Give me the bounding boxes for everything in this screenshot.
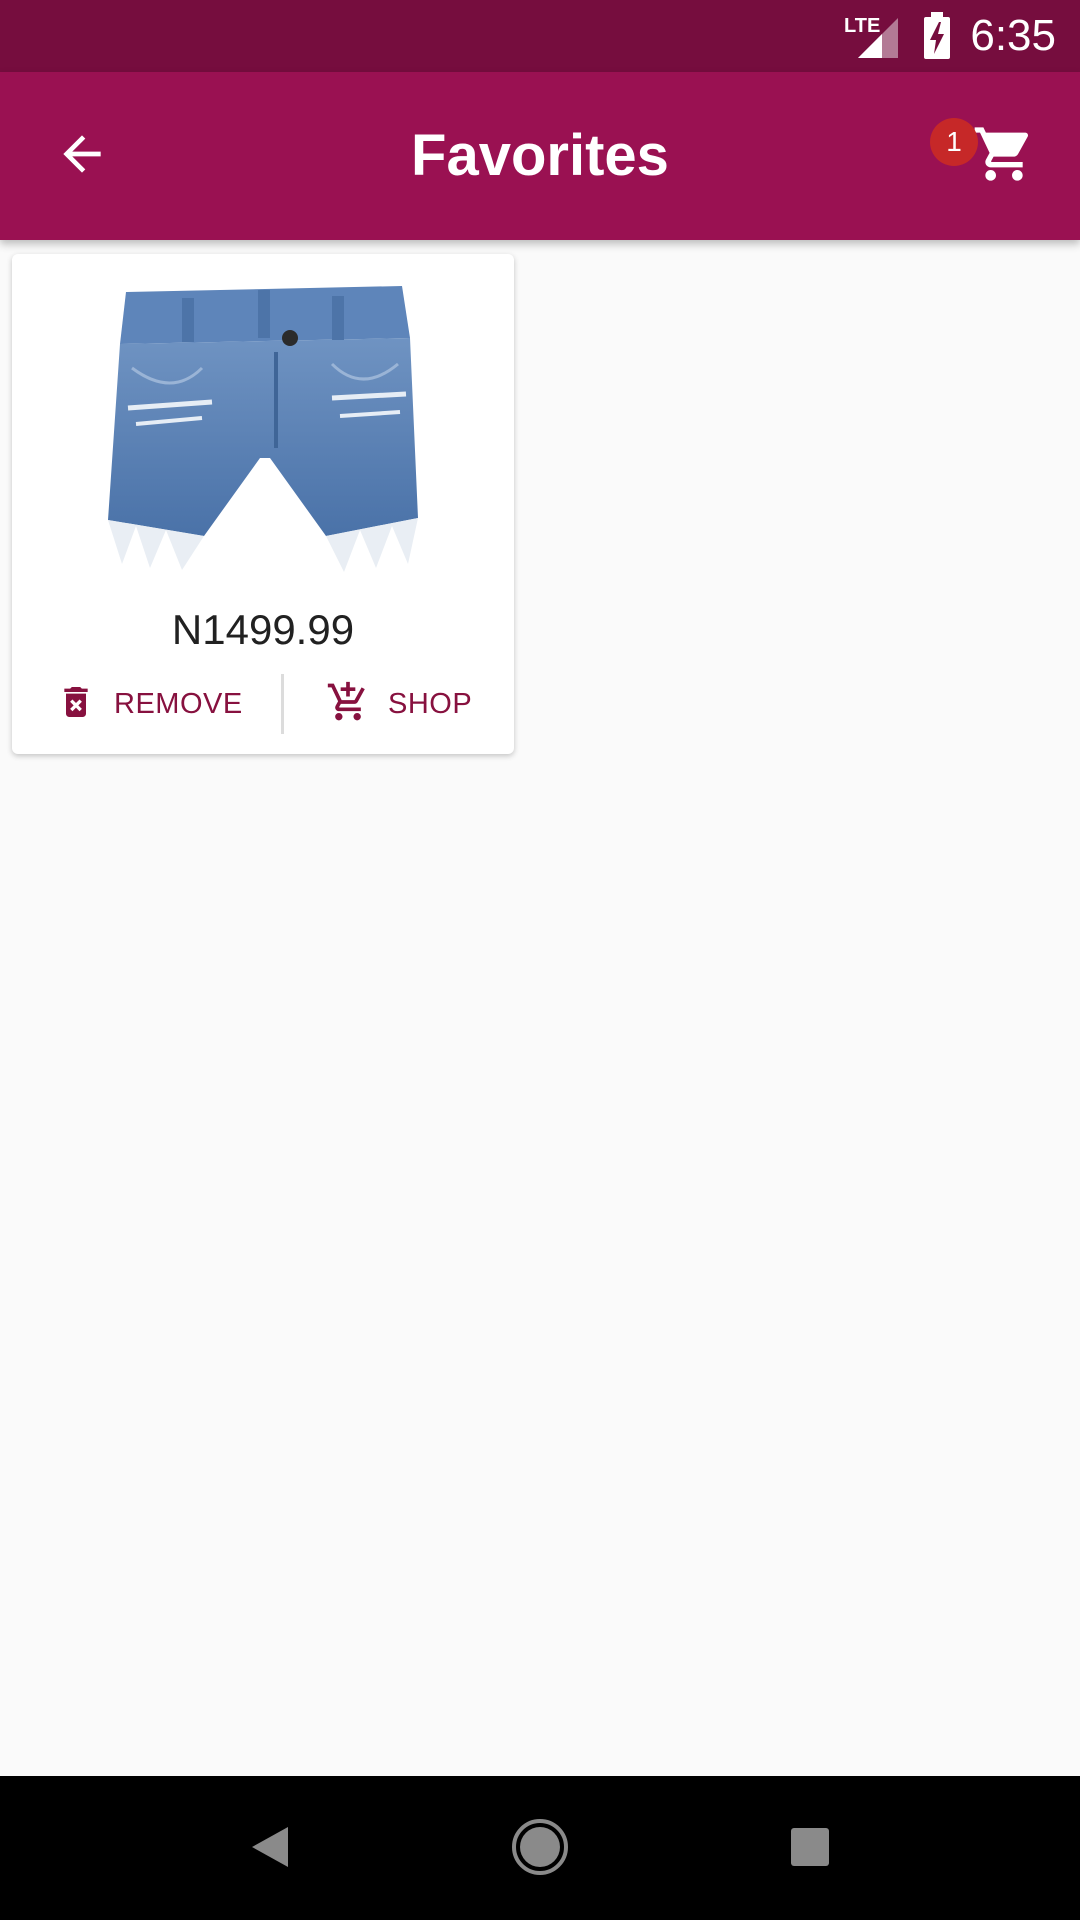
shop-label: SHOP	[388, 687, 473, 720]
back-triangle-icon	[248, 1823, 292, 1876]
page-title: Favorites	[411, 123, 669, 188]
cart-badge: 1	[930, 118, 978, 166]
add-shopping-cart-icon	[326, 680, 370, 729]
favorite-product-card[interactable]: N1499.99 REMOVE SHOP	[12, 254, 514, 754]
status-bar: LTE 6:35	[0, 0, 1080, 72]
home-circle-icon	[510, 1817, 570, 1882]
status-time: 6:35	[970, 11, 1056, 60]
nav-back-button[interactable]	[235, 1814, 305, 1884]
product-price: N1499.99	[171, 606, 355, 653]
cart-button[interactable]: 1	[930, 100, 1036, 200]
shopping-cart-icon	[972, 122, 1036, 191]
delete-forever-icon	[56, 680, 96, 729]
remove-button[interactable]: REMOVE	[56, 674, 256, 734]
nav-home-button[interactable]	[505, 1814, 575, 1884]
system-nav-bar	[0, 1776, 1080, 1920]
favorites-list: N1499.99 REMOVE SHOP	[0, 240, 1080, 1776]
battery-charging-icon	[922, 12, 952, 65]
denim-shorts-image[interactable]	[92, 268, 436, 580]
nav-recents-button[interactable]	[775, 1814, 845, 1884]
svg-text:LTE: LTE	[844, 15, 880, 37]
recents-square-icon	[789, 1826, 831, 1873]
card-actions: REMOVE SHOP	[12, 674, 514, 734]
remove-label: REMOVE	[114, 687, 243, 720]
shop-button[interactable]: SHOP	[326, 674, 496, 734]
action-divider	[281, 674, 284, 734]
lte-signal-icon: LTE	[842, 12, 902, 65]
app-bar: Favorites 1	[0, 72, 1080, 240]
